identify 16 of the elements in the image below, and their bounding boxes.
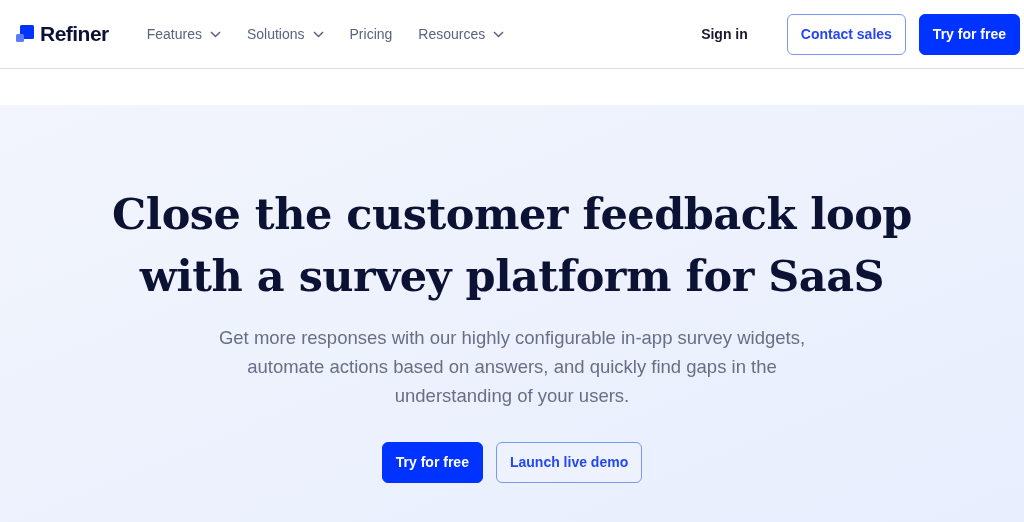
chevron-down-icon [312, 30, 324, 38]
demo-button[interactable]: Launch live demo [495, 442, 643, 483]
sign-in-link[interactable]: Sign in [688, 13, 761, 55]
nav-item[interactable]: Features [146, 23, 221, 45]
chevron-down-icon [209, 30, 221, 38]
try-button[interactable]: Try for free [381, 442, 483, 483]
nav-item[interactable]: Pricing [349, 23, 393, 45]
nav-item[interactable]: Solutions [246, 23, 324, 45]
hero-title: Close the customer feedback loop with a survey platform for SaaS [112, 188, 912, 303]
hero-subtitle: Get more responses with our highly configurable in-app survey widgets, automate actions based on answers, and quickly find gaps in the understanding of your users. [217, 326, 807, 408]
logo-icon [16, 25, 34, 43]
chevron-down-icon [493, 30, 505, 38]
contact-button[interactable]: Contact sales [786, 13, 906, 55]
nav-item[interactable]: Resources [418, 23, 505, 45]
try-button[interactable]: Try for free [918, 13, 1020, 55]
logo-text[interactable]: Refiner [40, 18, 109, 50]
